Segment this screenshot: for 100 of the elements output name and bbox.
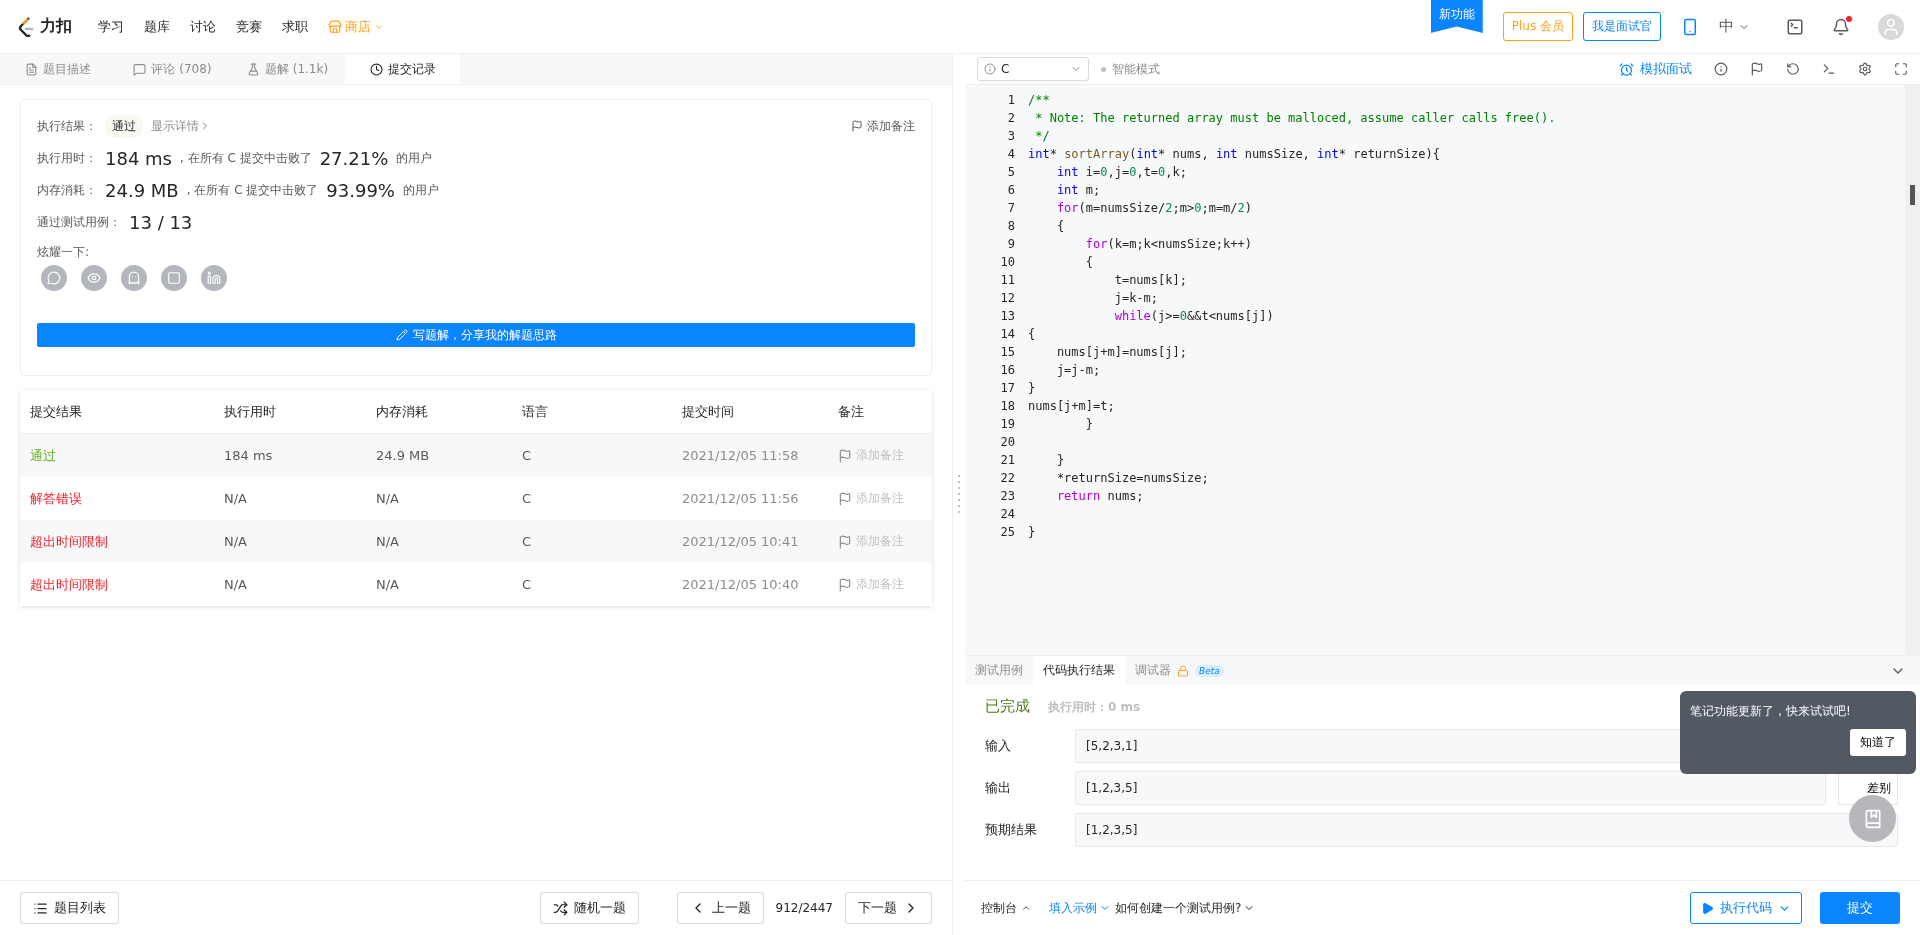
- new-feature-badge[interactable]: 新功能: [1430, 0, 1483, 33]
- mock-interview-link[interactable]: 模拟面试: [1619, 60, 1692, 78]
- nav-link[interactable]: 竞赛: [236, 17, 262, 36]
- label: 内存消耗：: [37, 181, 97, 199]
- submit-button[interactable]: 提交: [1820, 892, 1900, 924]
- document-icon: [24, 62, 38, 76]
- code-line: int* sortArray(int* nums, int numsSize, int* returnSize){: [1028, 146, 1441, 163]
- code-line: }: [1028, 524, 1037, 541]
- code-line: t=nums[k];: [1113, 272, 1188, 289]
- table-cell-text: C: [522, 491, 533, 506]
- bell-icon[interactable]: [1832, 17, 1850, 36]
- caret-icon: [1021, 903, 1031, 913]
- plus-button[interactable]: Plus 会员: [1502, 12, 1573, 41]
- code-line: while(j>=0&&t<nums[j]): [1113, 308, 1275, 325]
- line-number: 25: [1000, 524, 1015, 541]
- code-line: {: [1055, 218, 1066, 235]
- status-link[interactable]: 超出时间限制: [30, 532, 224, 551]
- console-tab[interactable]: 代码执行结果: [1033, 656, 1125, 685]
- settings-icon[interactable]: [1858, 62, 1872, 76]
- add-note-link[interactable]: 添加备注: [851, 117, 915, 135]
- line-number: 24: [1000, 506, 1015, 523]
- table-cell-text: 2021/12/05 10:41: [682, 534, 800, 549]
- result-field[interactable]: [1,2,3,5]: [1075, 813, 1898, 847]
- table-cell-text: N/A: [376, 534, 400, 549]
- line-number: 12: [1000, 290, 1015, 307]
- share-icon[interactable]: [41, 265, 67, 291]
- status-link[interactable]: 解答错误: [30, 489, 224, 508]
- share-icon[interactable]: [201, 265, 227, 291]
- random-button[interactable]: 随机一题: [539, 892, 639, 924]
- code-line: j=k-m;: [1113, 290, 1160, 307]
- avatar-icon[interactable]: [1878, 13, 1904, 40]
- table-cell-text: 2021/12/05 11:56: [682, 491, 800, 506]
- language-menu[interactable]: 中: [1719, 17, 1750, 36]
- result-field[interactable]: [1,2,3,5]: [1075, 771, 1826, 805]
- prev-button[interactable]: 上一题: [676, 892, 764, 924]
- tooltip-text: 笔记功能更新了，快来试试吧!: [1690, 703, 1851, 720]
- fullscreen-icon[interactable]: [1894, 62, 1908, 76]
- tab[interactable]: 题解 (1.1k): [230, 54, 345, 84]
- nav-link[interactable]: 讨论: [190, 17, 216, 36]
- drag-handle[interactable]: [958, 474, 960, 515]
- next-button[interactable]: 下一题: [845, 892, 932, 924]
- share-icon[interactable]: [161, 265, 187, 291]
- reset-icon[interactable]: [1786, 62, 1800, 76]
- tab[interactable]: 题目描述: [0, 54, 115, 84]
- interviewer-button[interactable]: 我是面试官: [1583, 12, 1661, 41]
- nav-link[interactable]: 求职: [282, 17, 308, 36]
- tab[interactable]: 提交记录: [345, 54, 460, 84]
- phone-icon[interactable]: [1681, 17, 1699, 36]
- terminal-icon[interactable]: [1822, 62, 1836, 76]
- problem-list-button[interactable]: 题目列表: [20, 892, 119, 924]
- table-cell-text: N/A: [224, 534, 248, 549]
- status-link[interactable]: 超出时间限制: [30, 575, 224, 594]
- nav-link[interactable]: 商店: [328, 17, 384, 36]
- line-number: 21: [1000, 452, 1015, 469]
- terminal-icon[interactable]: [1786, 17, 1804, 36]
- stat-percent: 27.21%: [319, 147, 389, 169]
- alarm-clock-icon: [1619, 61, 1634, 77]
- got-it-button[interactable]: 知道了: [1850, 729, 1906, 756]
- language-select[interactable]: C: [977, 57, 1089, 81]
- help-link[interactable]: 如何创建一个测试用例?: [1115, 899, 1256, 917]
- console-tab[interactable]: 调试器 Beta: [1125, 656, 1234, 685]
- line-number: 22: [1000, 470, 1015, 487]
- shuffle-icon: [552, 900, 568, 916]
- field-label: 预期结果: [985, 821, 1038, 839]
- table-cell-text: N/A: [224, 491, 248, 506]
- console-toggle[interactable]: 控制台: [981, 899, 1031, 917]
- scrollbar-thumb[interactable]: [1910, 185, 1915, 205]
- tab[interactable]: 评论 (708): [115, 54, 230, 84]
- details-link[interactable]: 显示详情: [151, 117, 211, 135]
- line-number: 20: [1000, 434, 1015, 451]
- logo[interactable]: 力扣: [18, 16, 72, 37]
- line-number: 2: [1007, 110, 1015, 127]
- info-icon[interactable]: [1714, 62, 1728, 76]
- fill-example-link[interactable]: 填入示例: [1049, 899, 1111, 917]
- share-icon[interactable]: [121, 265, 147, 291]
- line-number: 17: [1000, 380, 1015, 397]
- nav-link[interactable]: 题库: [144, 17, 170, 36]
- clock-icon: [369, 62, 383, 76]
- field-label: 输出: [985, 779, 1012, 797]
- table-cell-text: N/A: [224, 577, 248, 592]
- status-link[interactable]: 通过: [30, 446, 224, 465]
- pencil-icon: [395, 329, 408, 341]
- code-line: * Note: The returned array must be malloced, assume caller calls free().: [1034, 110, 1557, 127]
- code-line: */: [1034, 128, 1051, 145]
- share-icon[interactable]: [81, 265, 107, 291]
- write-solution-button[interactable]: 写题解，分享我的解题思路: [37, 323, 915, 347]
- code-line: int i=0,j=0,t=0,k;: [1055, 164, 1189, 181]
- code-line: for(m=numsSize/2;m>0;m=m/2): [1055, 200, 1254, 217]
- stat-text: , 在所有 C 提交中击败了: [180, 149, 312, 167]
- nav-link[interactable]: 学习: [98, 17, 124, 36]
- smart-mode-toggle[interactable]: 智能模式: [1101, 60, 1160, 78]
- console-tab[interactable]: 测试用例: [965, 656, 1033, 685]
- stat-text: 的用户: [402, 181, 439, 199]
- code-line: }: [1055, 452, 1066, 469]
- run-button[interactable]: 执行代码: [1690, 892, 1802, 924]
- code-line: for(k=m;k<numsSize;k++): [1084, 236, 1253, 253]
- flag-icon[interactable]: [1750, 62, 1764, 76]
- line-number: 19: [1000, 416, 1015, 433]
- table-cell-text: C: [522, 577, 533, 592]
- flag-icon: [851, 120, 863, 132]
